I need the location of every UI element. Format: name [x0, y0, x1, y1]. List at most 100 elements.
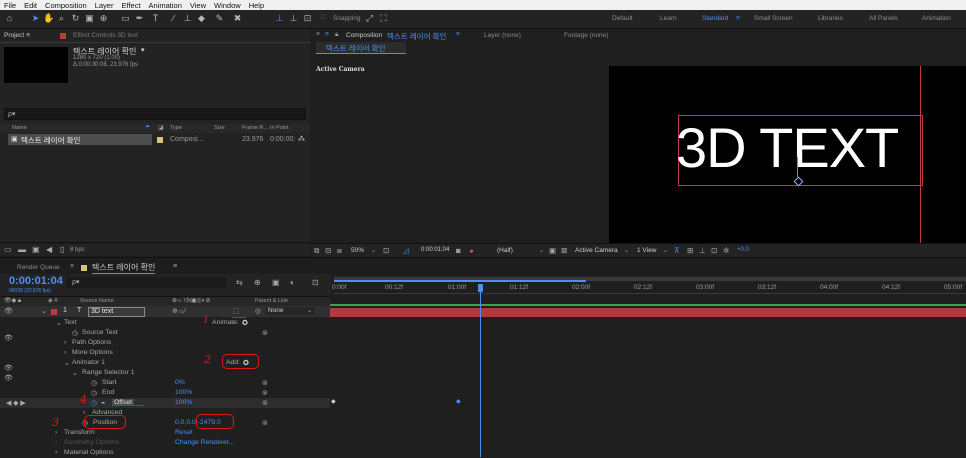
camera-select[interactable]: Active Camera	[575, 247, 618, 254]
pen-tool-icon[interactable]: ✒	[134, 13, 145, 24]
expression-link-icon[interactable]: ⊚	[262, 329, 268, 337]
start-link-icon[interactable]: ⊚	[262, 379, 268, 387]
delete-icon[interactable]: ▯	[60, 245, 64, 254]
start-stopwatch-icon[interactable]: ◷	[91, 379, 97, 387]
workspace-animation[interactable]: Animation	[922, 15, 951, 22]
zoom-tool-icon[interactable]: ⌕	[56, 13, 67, 24]
shy-layers-icon[interactable]: ▣	[272, 278, 280, 287]
new-folder-icon[interactable]: ▬	[18, 245, 26, 254]
transparency-grid-icon[interactable]: ⊟	[325, 246, 331, 255]
property-animator-1[interactable]: ⌄ Animator 1 Add: ✪	[0, 358, 330, 368]
parent-link-header[interactable]: Parent & Link	[255, 298, 288, 304]
layer-tab[interactable]: Layer (none)	[484, 32, 521, 39]
property-geometry-options[interactable]: › Geometry Options Change Renderer...	[0, 438, 330, 448]
magnification-select[interactable]: 50%	[351, 247, 364, 254]
layer-name-field[interactable]: 3D text	[88, 307, 145, 317]
keyframe-start-icon[interactable]: ◆	[331, 398, 336, 405]
new-comp-icon[interactable]: ▣	[32, 245, 40, 254]
keyframe-nav-icon[interactable]: ◀ ◆ ▶	[6, 399, 25, 407]
timeline-timecode[interactable]: 0:00:01:04	[9, 275, 63, 287]
always-preview-icon[interactable]: ⧉	[314, 246, 319, 256]
workspace-menu-icon[interactable]: ≡	[736, 15, 740, 22]
comp-flowchart-icon[interactable]: ⇆	[236, 278, 243, 287]
project-search-input[interactable]: ρ▾	[4, 108, 306, 120]
timeline-track-area[interactable]	[330, 274, 966, 457]
view-chevron-icon[interactable]: ⌄	[663, 247, 668, 254]
menu-edit[interactable]: Edit	[20, 1, 41, 10]
3d-ground-icon[interactable]: ⊼	[674, 246, 680, 255]
change-renderer-link[interactable]: Change Renderer...	[175, 439, 234, 446]
render-icon[interactable]: ⊡	[711, 246, 717, 255]
pick-whip-icon[interactable]: ◎	[255, 307, 261, 315]
fast-previews-icon[interactable]: ▣	[549, 246, 556, 255]
close-timeline-tab-icon[interactable]: ×	[70, 263, 74, 270]
property-end[interactable]: ◷ End 100% ⊚	[0, 388, 330, 398]
roto-brush-icon[interactable]: ✎	[214, 13, 225, 24]
workspace-all-panels[interactable]: All Panels	[869, 15, 898, 22]
axis-local-icon[interactable]: ⊥	[274, 13, 285, 24]
show-channel-icon[interactable]: ◕	[469, 246, 474, 255]
menu-layer[interactable]: Layer	[91, 1, 118, 10]
project-tab[interactable]: Project	[4, 32, 24, 39]
magnification-chevron-icon[interactable]: ⌄	[371, 247, 376, 254]
orbit-tool-icon[interactable]: ↻	[70, 13, 81, 24]
project-settings-icon[interactable]: ◀	[46, 245, 52, 254]
column-frame-rate[interactable]: Frame R...	[242, 125, 268, 131]
offset-stopwatch-icon[interactable]: ◷	[91, 399, 97, 407]
bit-depth[interactable]: 8 bpc	[70, 247, 85, 253]
axis-view-icon[interactable]: ⊡	[302, 13, 313, 24]
footage-tab[interactable]: Footage (none)	[564, 32, 608, 39]
toggle-transparency-icon[interactable]: ⊠	[561, 246, 567, 255]
label-tag-icon[interactable]: ⏶	[145, 124, 150, 131]
timeline-search-input[interactable]: ρ▾	[66, 277, 226, 288]
menu-composition[interactable]: Composition	[41, 1, 91, 10]
menu-window[interactable]: Window	[210, 1, 245, 10]
flowchart-icon[interactable]: ⊥	[699, 246, 706, 255]
workspace-small-screen[interactable]: Small Screen	[754, 15, 793, 22]
source-name-header[interactable]: Source Name	[80, 298, 114, 304]
playhead-handle[interactable]	[478, 284, 483, 292]
pan-behind-icon[interactable]: ⊕	[98, 13, 109, 24]
property-start[interactable]: ◷ Start 0% ⊚	[0, 378, 330, 388]
animator-eye-icon[interactable]: 👁︎	[4, 364, 13, 372]
layer-label-swatch[interactable]	[51, 309, 57, 315]
eraser-tool-icon[interactable]: ◆	[196, 13, 207, 24]
snap-grid-icon[interactable]: ⛶	[378, 13, 389, 24]
rectangle-tool-icon[interactable]: ▭	[120, 13, 131, 24]
twirl-open-icon[interactable]: ⌄	[41, 307, 47, 315]
workspace-learn[interactable]: Learn	[660, 15, 677, 22]
layer-duration-bar[interactable]	[330, 308, 966, 317]
3d-layer-icon[interactable]: ⬚	[233, 307, 240, 315]
property-position[interactable]: ◷ Position 0.0,0.0,-2479.0 ⊚	[0, 418, 330, 428]
column-label-icon[interactable]: ◪	[158, 124, 164, 131]
hand-tool-icon[interactable]: ✋	[43, 13, 54, 24]
property-transform[interactable]: › Transform Reset	[0, 428, 330, 438]
current-time-display[interactable]: 0:00:01:04	[421, 247, 449, 253]
resolution-select[interactable]: (Half)	[497, 247, 513, 254]
puppet-pin-icon[interactable]: ✖	[232, 13, 243, 24]
workspace-default[interactable]: Default	[612, 15, 633, 22]
column-type[interactable]: Type	[170, 125, 182, 131]
render-queue-tab[interactable]: Render Queue	[17, 264, 60, 271]
menu-effect[interactable]: Effect	[117, 1, 144, 10]
comp-tab-menu-icon[interactable]: ≡	[325, 31, 329, 38]
close-tab-icon[interactable]: ×	[316, 31, 320, 38]
menu-animation[interactable]: Animation	[145, 1, 186, 10]
brush-tool-icon[interactable]: ∕	[168, 13, 179, 24]
text-eye-icon[interactable]: 👁︎	[4, 334, 13, 342]
resolution-chevron-icon[interactable]: ⌄	[539, 247, 544, 254]
property-more-options[interactable]: › More Options	[0, 348, 330, 358]
exposure-value[interactable]: +0.0	[737, 247, 749, 253]
position-link-icon[interactable]: ⊚	[262, 419, 268, 427]
exposure-icon[interactable]: ✲	[723, 246, 729, 255]
animate-add-icon[interactable]: ✪	[242, 319, 248, 327]
end-value[interactable]: 100%	[175, 389, 192, 396]
resolution-icon[interactable]: ⊡	[383, 246, 389, 255]
comp-viewer-canvas[interactable]: 3D TEXT	[609, 66, 966, 244]
axis-world-icon[interactable]: ⊥	[288, 13, 299, 24]
column-size[interactable]: Size	[214, 125, 225, 131]
end-stopwatch-icon[interactable]: ◷	[91, 389, 97, 397]
home-icon[interactable]: ⌂	[4, 13, 15, 24]
comp-viewer-menu-icon[interactable]: ≡	[456, 31, 460, 38]
type-tool-icon[interactable]: T	[150, 13, 161, 24]
